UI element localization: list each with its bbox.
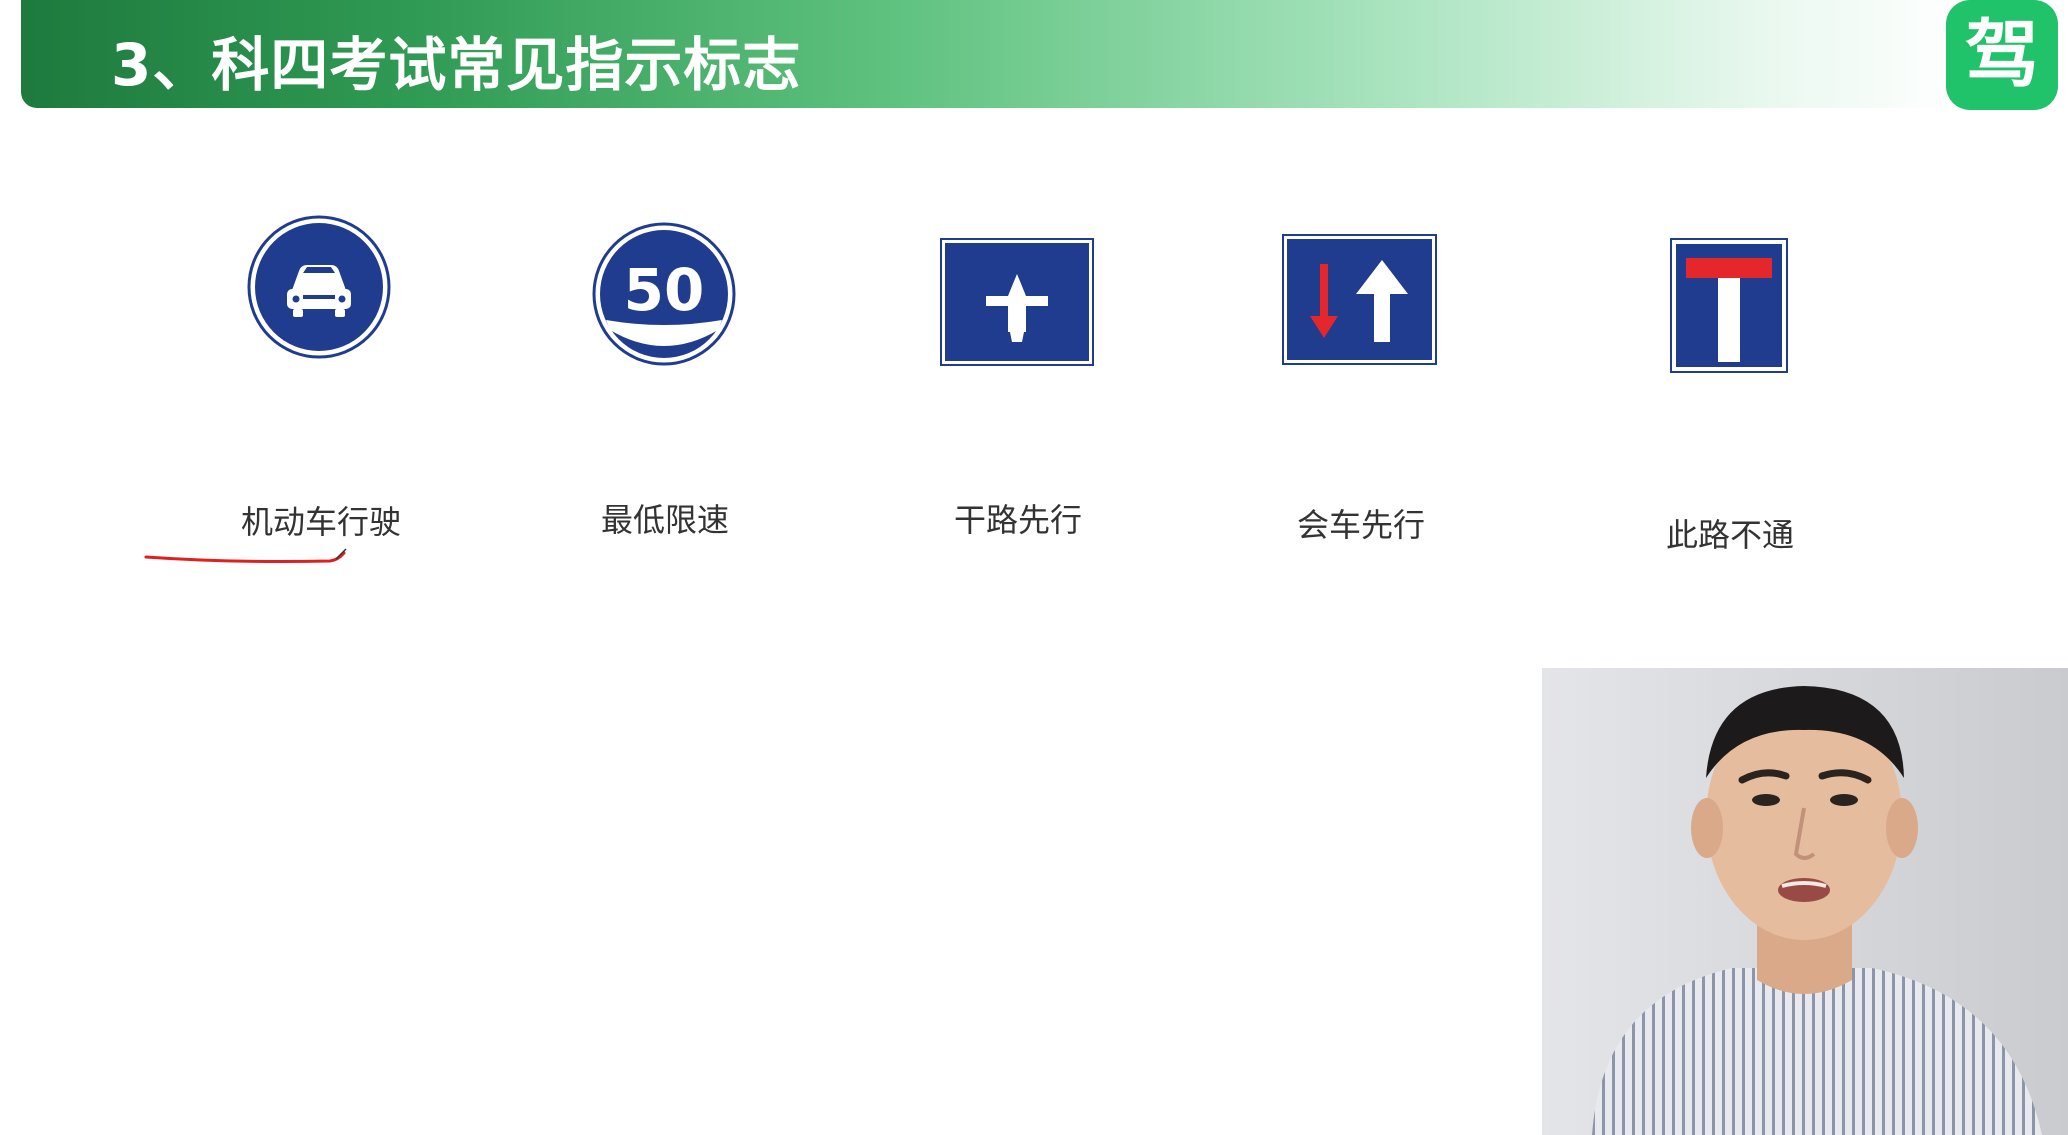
sign-label-motor-vehicle: 机动车行驶	[240, 503, 402, 541]
minimum-speed-sign-icon: 50	[592, 222, 736, 366]
brand-logo: 驾	[1946, 0, 2058, 110]
red-underline-annotation	[144, 548, 347, 563]
sign-label-minimum-speed: 最低限速	[600, 501, 730, 539]
sign-label-no-through-road: 此路不通	[1665, 516, 1795, 554]
no-through-road-sign-icon	[1670, 238, 1788, 373]
sign-label-main-road-priority: 干路先行	[953, 501, 1083, 539]
sign-label-meeting-priority: 会车先行	[1296, 506, 1426, 544]
page-title: 3、科四考试常见指示标志	[111, 31, 802, 99]
main-road-priority-sign-icon	[940, 238, 1094, 366]
presenter-video-overlay	[1542, 668, 2068, 1135]
presenter-image	[1542, 668, 2068, 1135]
motor-vehicle-sign-icon	[247, 215, 391, 359]
minimum-speed-value: 50	[624, 256, 705, 324]
brand-logo-char: 驾	[1965, 12, 2039, 98]
meeting-priority-sign-icon	[1282, 234, 1437, 365]
header-bar: 3、科四考试常见指示标志	[21, 0, 1959, 108]
